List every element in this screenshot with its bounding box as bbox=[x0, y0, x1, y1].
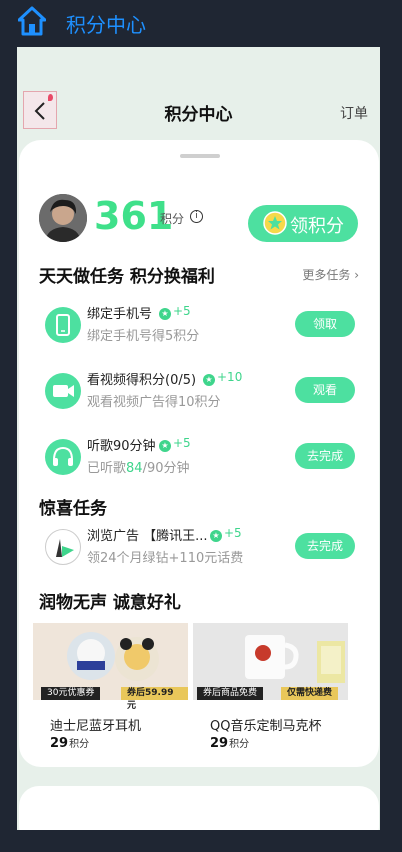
ad-logo-icon bbox=[45, 529, 81, 565]
home-icon[interactable] bbox=[17, 6, 47, 36]
star-icon: ★ bbox=[159, 308, 171, 320]
task-item: 绑定手机号 ★ +5 绑定手机号得5积分 领取 bbox=[19, 303, 379, 353]
earn-points-button[interactable]: 领积分 bbox=[248, 205, 358, 242]
task-title: 看视频得积分(0/5) bbox=[87, 373, 197, 388]
coupon-tag: 券后商品免费 bbox=[197, 687, 264, 700]
task-reward: ★ +5 bbox=[210, 526, 242, 542]
app-header: 积分中心 bbox=[0, 0, 402, 46]
task-item: 浏览广告 【腾讯王... ★ +5 领24个月绿钻+110元话费 去完成 bbox=[19, 525, 379, 575]
earn-points-label: 领积分 bbox=[290, 216, 344, 237]
product-price: 29积分 bbox=[50, 736, 90, 751]
phone-icon bbox=[45, 307, 81, 343]
task-reward: ★ +10 bbox=[203, 370, 242, 386]
product-card[interactable]: 券后商品免费 仅需快递费 QQ音乐定制马克杯 29积分 bbox=[193, 623, 348, 759]
headphones-icon bbox=[45, 439, 81, 475]
task-description: 观看视频广告得10积分 bbox=[87, 395, 221, 410]
product-name: QQ音乐定制马克杯 bbox=[210, 719, 322, 734]
page-title: 积分中心 bbox=[164, 105, 233, 125]
coupon-tag: 30元优惠券 bbox=[41, 687, 101, 700]
drag-handle[interactable] bbox=[180, 154, 220, 158]
task-description: 已听歌84/90分钟 bbox=[87, 461, 190, 476]
info-icon[interactable]: i bbox=[190, 210, 203, 223]
star-icon: ★ bbox=[210, 530, 222, 542]
points-unit: 积分 bbox=[160, 212, 185, 226]
secondary-card bbox=[19, 786, 379, 830]
orders-link[interactable]: 订单 bbox=[340, 103, 368, 123]
task-description: 绑定手机号得5积分 bbox=[87, 329, 200, 344]
task-description: 领24个月绿钻+110元话费 bbox=[87, 551, 244, 566]
task-item: 听歌90分钟 ★ +5 已听歌84/90分钟 去完成 bbox=[19, 435, 379, 485]
nav-bar: 积分中心 订单 bbox=[17, 91, 380, 133]
avatar[interactable] bbox=[39, 194, 87, 242]
phone-screen: 积分中心 订单 361 积分 i 领积分 天天做任务 积分换福利 更多任务 › bbox=[17, 47, 380, 830]
daily-tasks-title: 天天做任务 积分换福利 bbox=[39, 267, 215, 287]
surprise-tasks-title: 惊喜任务 bbox=[39, 499, 107, 519]
app-title: 积分中心 bbox=[66, 13, 146, 37]
task-title: 绑定手机号 bbox=[87, 307, 153, 322]
task-title: 听歌90分钟 bbox=[87, 439, 156, 454]
task-item: 看视频得积分(0/5) ★ +10 观看视频广告得10积分 观看 bbox=[19, 369, 379, 419]
points-card: 361 积分 i 领积分 天天做任务 积分换福利 更多任务 › 绑定手机号 ★ +… bbox=[19, 140, 379, 767]
more-tasks-link[interactable]: 更多任务 › bbox=[302, 266, 359, 283]
star-icon: ★ bbox=[159, 440, 171, 452]
task-reward: ★ +5 bbox=[159, 304, 191, 320]
price-tag: 仅需快递费 bbox=[281, 687, 339, 700]
video-camera-icon bbox=[45, 373, 81, 409]
task-title: 浏览广告 【腾讯王... bbox=[87, 529, 208, 544]
watch-button[interactable]: 观看 bbox=[295, 377, 355, 403]
go-complete-button[interactable]: 去完成 bbox=[295, 533, 355, 559]
task-reward: ★ +5 bbox=[159, 436, 191, 452]
star-coin-icon bbox=[263, 211, 287, 235]
go-complete-button[interactable]: 去完成 bbox=[295, 443, 355, 469]
product-name: 迪士尼蓝牙耳机 bbox=[50, 719, 142, 734]
star-icon: ★ bbox=[203, 374, 215, 386]
product-price: 29积分 bbox=[210, 736, 250, 751]
price-tag: 券后59.99元 bbox=[121, 687, 188, 711]
gifts-title: 润物无声 诚意好礼 bbox=[39, 593, 181, 613]
product-card[interactable]: 30元优惠券 券后59.99元 迪士尼蓝牙耳机 29积分 bbox=[33, 623, 188, 759]
claim-button[interactable]: 领取 bbox=[295, 311, 355, 337]
